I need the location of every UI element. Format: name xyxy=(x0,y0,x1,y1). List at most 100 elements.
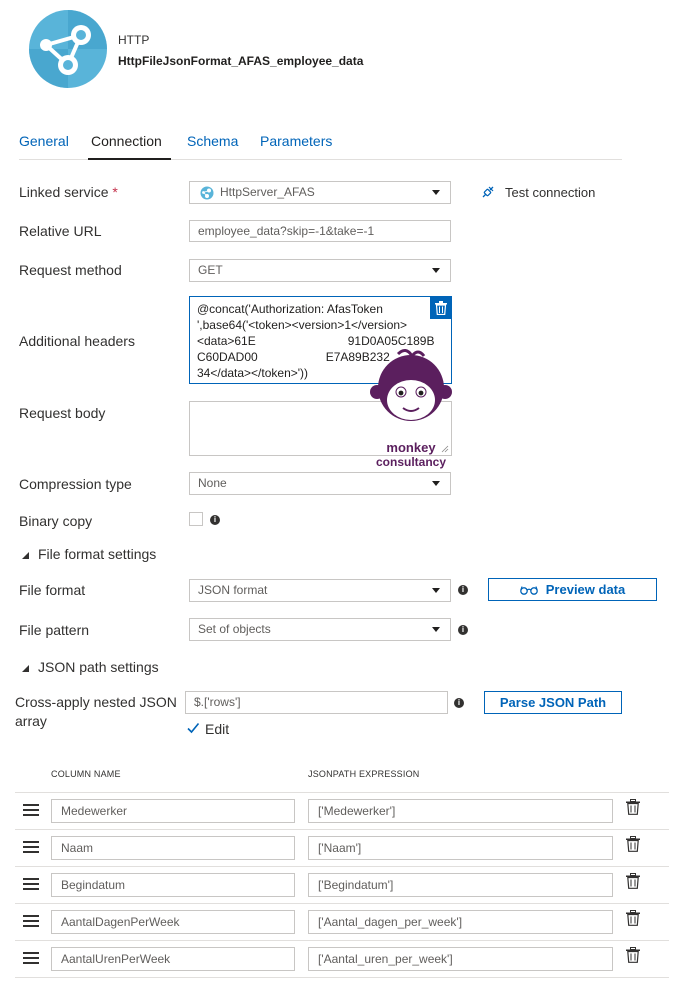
test-connection-link[interactable]: Test connection xyxy=(505,185,595,200)
tab-general[interactable]: General xyxy=(19,133,69,149)
row-divider xyxy=(15,940,669,941)
preview-data-button[interactable]: Preview data xyxy=(488,578,657,601)
tab-schema[interactable]: Schema xyxy=(187,133,238,149)
dataset-type: HTTP xyxy=(118,33,150,47)
column-name-value: Naam xyxy=(61,841,94,855)
cross-apply-label-line-1: Cross-apply nested JSON xyxy=(15,694,177,710)
request-method-select[interactable]: GET xyxy=(189,259,451,282)
additional-headers-label: Additional headers xyxy=(19,333,135,349)
clear-headers-button[interactable] xyxy=(430,297,452,319)
drag-handle-icon[interactable] xyxy=(23,878,39,890)
collapse-triangle-icon xyxy=(22,551,29,559)
info-icon[interactable]: i xyxy=(458,585,468,595)
row-divider xyxy=(15,977,669,978)
file-format-select[interactable]: JSON format xyxy=(189,579,451,602)
cross-apply-input[interactable]: $.['rows'] xyxy=(185,691,448,714)
file-pattern-select[interactable]: Set of objects xyxy=(189,618,451,641)
chevron-down-icon xyxy=(432,481,440,486)
column-name-input[interactable]: AantalDagenPerWeek xyxy=(51,910,295,934)
column-name-value: AantalDagenPerWeek xyxy=(61,915,180,929)
info-icon[interactable]: i xyxy=(210,515,220,525)
trash-icon[interactable] xyxy=(626,910,640,926)
jsonpath-input[interactable]: ['Naam'] xyxy=(308,836,613,860)
headers-line-2: ',base64('<token><version>1</version> xyxy=(197,318,408,332)
file-format-settings-toggle[interactable]: File format settings xyxy=(22,546,156,562)
info-icon[interactable]: i xyxy=(458,625,468,635)
preview-data-label: Preview data xyxy=(545,582,626,597)
checkmark-icon[interactable] xyxy=(186,721,200,735)
json-path-settings-title: JSON path settings xyxy=(38,659,159,675)
file-format-value: JSON format xyxy=(198,583,268,597)
parse-json-path-button[interactable]: Parse JSON Path xyxy=(484,691,622,714)
cross-apply-label: Cross-apply nested JSON array xyxy=(15,693,177,731)
file-format-settings-title: File format settings xyxy=(38,546,157,562)
jsonpath-input[interactable]: ['Aantal_dagen_per_week'] xyxy=(308,910,613,934)
trash-icon[interactable] xyxy=(626,836,640,852)
relative-url-value: employee_data?skip=-1&take=-1 xyxy=(198,224,375,238)
relative-url-input[interactable]: employee_data?skip=-1&take=-1 xyxy=(189,220,451,242)
drag-handle-icon[interactable] xyxy=(23,952,39,964)
trash-icon[interactable] xyxy=(626,873,640,889)
tab-bar: General Connection Schema Parameters xyxy=(19,131,622,160)
binary-copy-label: Binary copy xyxy=(19,513,93,529)
headers-line-1: @concat('Authorization: AfasToken xyxy=(197,302,383,316)
column-name-input[interactable]: AantalUrenPerWeek xyxy=(51,947,295,971)
file-pattern-label: File pattern xyxy=(19,622,90,638)
column-name-input[interactable]: Naam xyxy=(51,836,295,860)
jsonpath-value: ['Medewerker'] xyxy=(318,804,396,818)
jsonpath-value: ['Aantal_dagen_per_week'] xyxy=(318,915,463,929)
jsonpath-expression-header: JSONPATH EXPRESSION xyxy=(308,769,420,779)
trash-icon[interactable] xyxy=(626,947,640,963)
redaction-block xyxy=(255,335,348,348)
chevron-down-icon xyxy=(432,268,440,273)
drag-handle-icon[interactable] xyxy=(23,915,39,927)
redaction-block xyxy=(257,351,326,364)
jsonpath-input[interactable]: ['Aantal_uren_per_week'] xyxy=(308,947,613,971)
edit-label: Edit xyxy=(205,721,230,737)
active-tab-underline xyxy=(88,158,171,160)
jsonpath-value: ['Naam'] xyxy=(318,841,362,855)
chevron-down-icon xyxy=(432,627,440,632)
plug-icon[interactable] xyxy=(480,184,496,200)
linked-service-label-text: Linked service xyxy=(19,184,109,200)
glasses-icon xyxy=(519,585,538,595)
http-dataset-icon xyxy=(29,10,107,88)
jsonpath-input[interactable]: ['Begindatum'] xyxy=(308,873,613,897)
jsonpath-value: ['Aantal_uren_per_week'] xyxy=(318,952,453,966)
compression-type-label: Compression type xyxy=(19,476,132,492)
monkey-consultancy-logo: monkey consultancy xyxy=(370,349,452,469)
row-divider xyxy=(15,829,669,830)
drag-handle-icon[interactable] xyxy=(23,841,39,853)
tab-parameters[interactable]: Parameters xyxy=(260,133,332,149)
linked-service-label: Linked service * xyxy=(19,184,118,200)
request-method-value: GET xyxy=(198,263,223,277)
trash-icon[interactable] xyxy=(626,799,640,815)
file-format-label: File format xyxy=(19,582,86,598)
headers-line-3: <data>61E 91D0A05C189B xyxy=(197,333,434,349)
http-service-icon xyxy=(200,186,214,200)
linked-service-select[interactable]: HttpServer_AFAS xyxy=(189,181,451,204)
cross-apply-label-line-2: array xyxy=(15,713,47,729)
edit-checkbox-group[interactable]: Edit xyxy=(186,721,246,737)
headers-line-4-start: C60DAD00 xyxy=(197,350,258,364)
binary-copy-checkbox[interactable] xyxy=(189,512,203,526)
relative-url-label: Relative URL xyxy=(19,223,102,239)
column-name-input[interactable]: Medewerker xyxy=(51,799,295,823)
jsonpath-input[interactable]: ['Medewerker'] xyxy=(308,799,613,823)
cross-apply-value: $.['rows'] xyxy=(194,695,241,709)
info-icon[interactable]: i xyxy=(454,698,464,708)
json-path-settings-toggle[interactable]: JSON path settings xyxy=(22,659,159,675)
headers-line-3-end: 91D0A05C189B xyxy=(347,334,435,348)
drag-handle-icon[interactable] xyxy=(23,804,39,816)
column-name-input[interactable]: Begindatum xyxy=(51,873,295,897)
jsonpath-value: ['Begindatum'] xyxy=(318,878,394,892)
column-name-value: Medewerker xyxy=(61,804,128,818)
required-marker: * xyxy=(112,184,118,200)
linked-service-value: HttpServer_AFAS xyxy=(220,185,315,199)
row-divider xyxy=(15,792,669,793)
compression-type-select[interactable]: None xyxy=(189,472,451,495)
row-divider xyxy=(15,903,669,904)
tab-connection[interactable]: Connection xyxy=(91,133,162,149)
headers-line-3-start: <data>61E xyxy=(197,334,256,348)
watermark-line-1: monkey xyxy=(386,440,436,455)
